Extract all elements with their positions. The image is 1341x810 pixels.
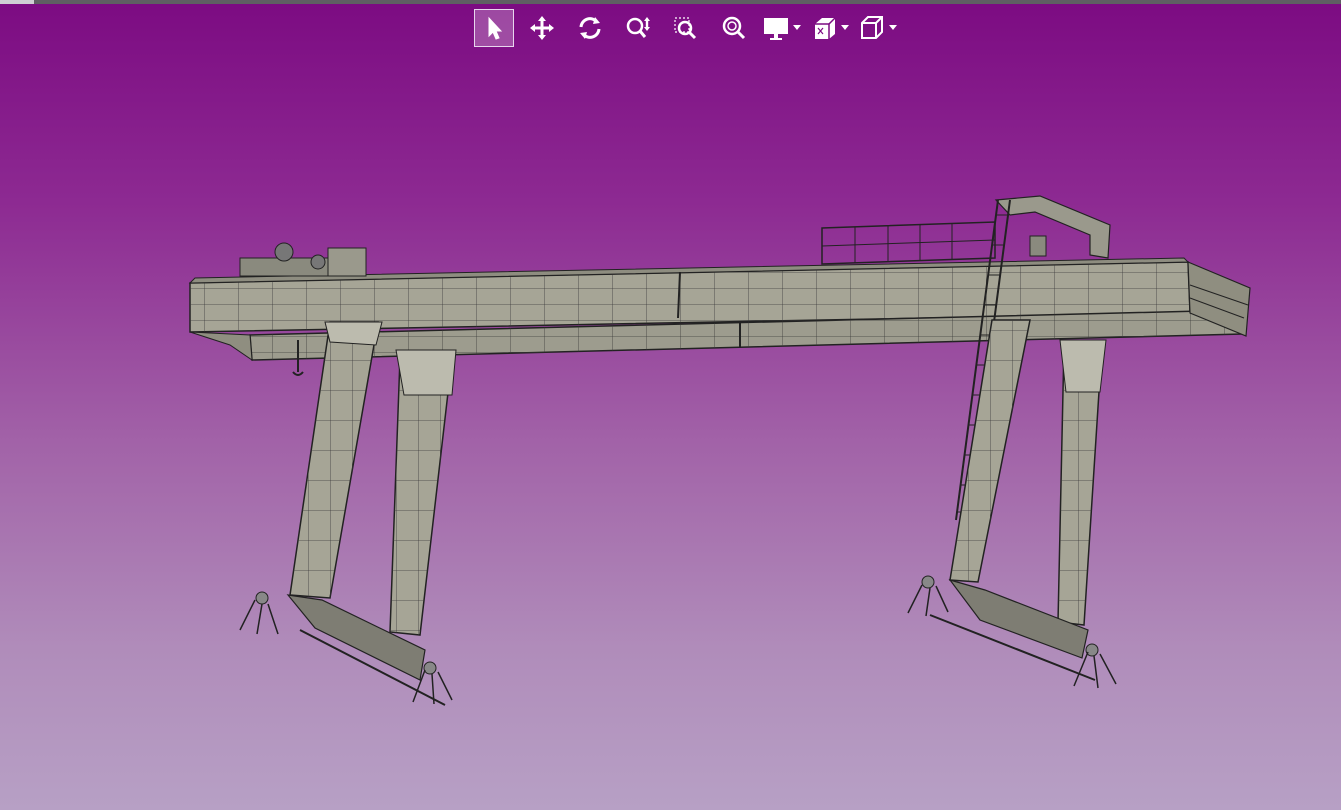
zoom-updown-icon [626, 17, 650, 38]
rotate-icon [579, 17, 601, 39]
rotate-tool-button[interactable] [570, 9, 610, 47]
zoom-box-tool-button[interactable] [666, 9, 706, 47]
left-leg-front[interactable] [289, 321, 383, 599]
monitor-icon [764, 18, 788, 40]
zoom-tool-button[interactable] [618, 9, 658, 47]
right-leg-rear[interactable] [1057, 339, 1107, 626]
3d-viewport[interactable] [0, 0, 1341, 810]
view-orientation-icon [815, 17, 836, 39]
view-orientation-button[interactable] [810, 9, 852, 47]
zoom-box-icon [674, 17, 697, 40]
cursor-arrow-icon [488, 16, 503, 40]
cube-icon [861, 16, 883, 39]
left-leg-rear[interactable] [389, 349, 457, 636]
chevron-down-icon[interactable] [841, 23, 849, 33]
fit-all-button[interactable] [714, 9, 754, 47]
top-railing [821, 221, 996, 265]
gantry-crane-model[interactable] [188, 195, 1251, 706]
zoom-fit-icon [722, 16, 746, 40]
pan-arrows-icon [530, 16, 554, 40]
projection-button[interactable] [858, 9, 900, 47]
chevron-down-icon[interactable] [889, 23, 897, 33]
chevron-down-icon[interactable] [793, 23, 801, 33]
pan-tool-button[interactable] [522, 9, 562, 47]
right-leg-front[interactable] [949, 319, 1031, 583]
select-tool-button[interactable] [474, 9, 514, 47]
view-toolbar [474, 8, 906, 48]
display-mode-button[interactable] [762, 9, 804, 47]
